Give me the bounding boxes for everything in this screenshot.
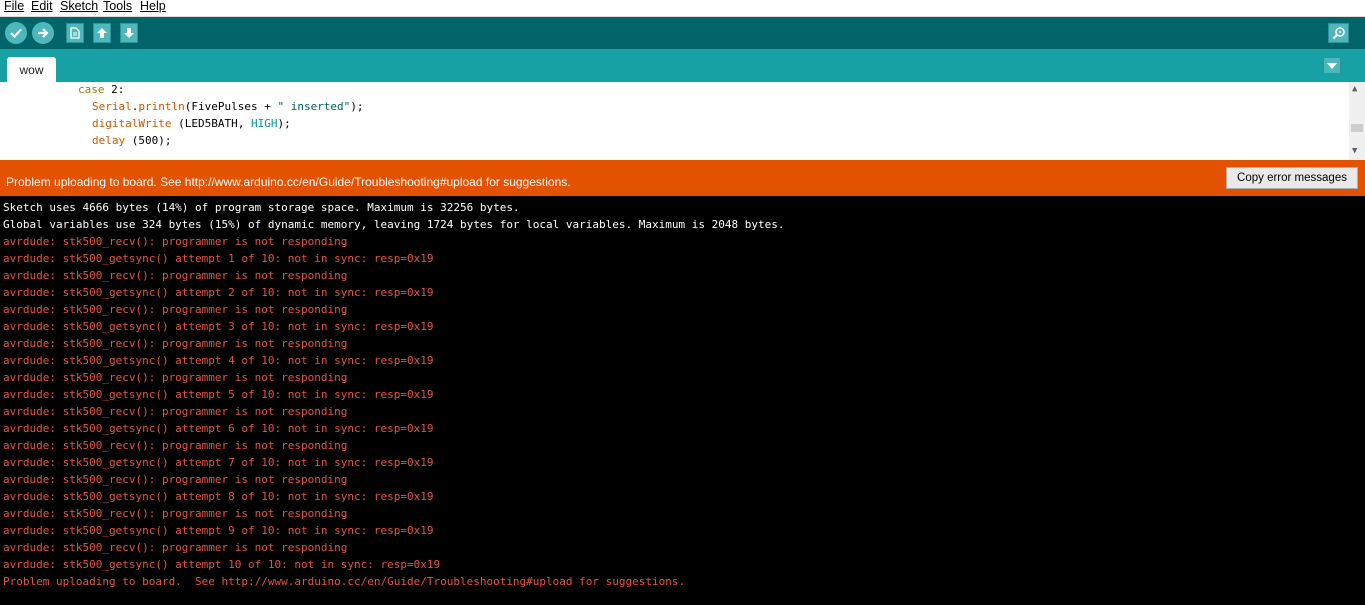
menu-file-label: File <box>4 0 25 13</box>
code-object: Serial <box>92 100 132 113</box>
console-line: avrdude: stk500_getsync() attempt 1 of 1… <box>3 252 434 265</box>
tab-menu-button[interactable] <box>1323 57 1341 74</box>
open-sketch-button[interactable] <box>93 23 111 43</box>
console-line: avrdude: stk500_recv(): programmer is no… <box>3 405 348 418</box>
console-line: avrdude: stk500_recv(): programmer is no… <box>3 337 348 350</box>
console-line: avrdude: stk500_getsync() attempt 9 of 1… <box>3 524 434 537</box>
upload-button[interactable] <box>32 22 54 44</box>
code-line: Serial.println(FivePulses + " inserted")… <box>92 100 364 113</box>
tab-wow[interactable]: wow <box>7 57 56 82</box>
status-message: Problem uploading to board. See http://w… <box>6 175 571 189</box>
console-line: Problem uploading to board. See http://w… <box>3 575 686 588</box>
console-line: avrdude: stk500_recv(): programmer is no… <box>3 507 348 520</box>
document-icon <box>70 27 80 39</box>
code-line: case 2: <box>78 83 124 96</box>
console-line: avrdude: stk500_recv(): programmer is no… <box>3 235 348 248</box>
console-line: avrdude: stk500_getsync() attempt 2 of 1… <box>3 286 434 299</box>
code-function: println <box>138 100 185 113</box>
verify-button[interactable] <box>5 22 27 44</box>
error-status-bar: Problem uploading to board. See http://w… <box>0 160 1365 196</box>
console-line: avrdude: stk500_recv(): programmer is no… <box>3 473 348 486</box>
serial-monitor-button[interactable] <box>1328 23 1349 43</box>
code-editor[interactable]: case 2: Serial.println(FivePulses + " in… <box>0 82 1365 160</box>
menu-sketch[interactable]: Sketch <box>60 0 98 13</box>
console-line: avrdude: stk500_recv(): programmer is no… <box>3 269 348 282</box>
checkmark-icon <box>10 28 22 39</box>
console-line: avrdude: stk500_recv(): programmer is no… <box>3 541 348 554</box>
code-constant: HIGH <box>250 117 278 130</box>
code-text: ); <box>350 100 364 113</box>
triangle-down-icon <box>1327 62 1337 69</box>
menu-sketch-label: Sketch <box>60 0 99 13</box>
code-text: (FivePulses + <box>184 100 278 113</box>
code-string: " inserted" <box>277 100 351 113</box>
copy-error-messages-button[interactable]: Copy error messages <box>1226 167 1358 189</box>
menu-help[interactable]: Help <box>140 0 166 13</box>
scroll-thumb[interactable] <box>1351 124 1363 132</box>
console-line: avrdude: stk500_recv(): programmer is no… <box>3 371 348 384</box>
console-line: Sketch uses 4666 bytes (14%) of program … <box>3 201 520 214</box>
magnifier-icon <box>1332 27 1345 40</box>
console-line: avrdude: stk500_getsync() attempt 6 of 1… <box>3 422 434 435</box>
save-sketch-button[interactable] <box>120 23 138 43</box>
menu-edit[interactable]: Edit <box>31 0 53 13</box>
menu-help-label: Help <box>140 0 166 13</box>
new-sketch-button[interactable] <box>66 23 84 43</box>
code-text: (LED5BATH, <box>171 117 251 130</box>
arrow-down-icon <box>124 28 134 38</box>
tab-bar: wow <box>0 49 1365 82</box>
arrow-up-icon <box>97 28 107 38</box>
console-line: Global variables use 324 bytes (15%) of … <box>3 218 785 231</box>
menu-file[interactable]: File <box>4 0 24 13</box>
console-line: avrdude: stk500_getsync() attempt 7 of 1… <box>3 456 434 469</box>
code-function: delay <box>92 134 126 147</box>
console-line: avrdude: stk500_recv(): programmer is no… <box>3 439 348 452</box>
arrow-right-icon <box>38 28 49 38</box>
console-line: avrdude: stk500_getsync() attempt 4 of 1… <box>3 354 434 367</box>
code-text: ); <box>277 117 291 130</box>
code-line: delay (500); <box>92 134 171 147</box>
menu-edit-label: Edit <box>31 0 53 13</box>
tab-label: wow <box>19 62 44 77</box>
menu-bar: File Edit Sketch Tools Help <box>0 0 1365 17</box>
toolbar <box>0 17 1365 49</box>
code-function: digitalWrite <box>92 117 172 130</box>
code-line: digitalWrite (LED5BATH, HIGH); <box>92 117 291 130</box>
code-text: 2: <box>104 83 125 96</box>
console-line: avrdude: stk500_getsync() attempt 8 of 1… <box>3 490 434 503</box>
scroll-up-icon[interactable]: ▲ <box>1352 84 1357 94</box>
console-line: avrdude: stk500_recv(): programmer is no… <box>3 303 348 316</box>
editor-scrollbar[interactable]: ▲ ▼ <box>1349 82 1365 160</box>
console-line: avrdude: stk500_getsync() attempt 5 of 1… <box>3 388 434 401</box>
console-output[interactable]: Sketch uses 4666 bytes (14%) of program … <box>0 196 1365 605</box>
code-keyword: case <box>78 83 105 96</box>
scroll-down-icon[interactable]: ▼ <box>1352 146 1357 156</box>
console-line: avrdude: stk500_getsync() attempt 3 of 1… <box>3 320 434 333</box>
menu-tools[interactable]: Tools <box>103 0 132 13</box>
console-line: avrdude: stk500_getsync() attempt 10 of … <box>3 558 441 571</box>
menu-tools-label: Tools <box>103 0 133 13</box>
code-text: (500); <box>125 134 172 147</box>
